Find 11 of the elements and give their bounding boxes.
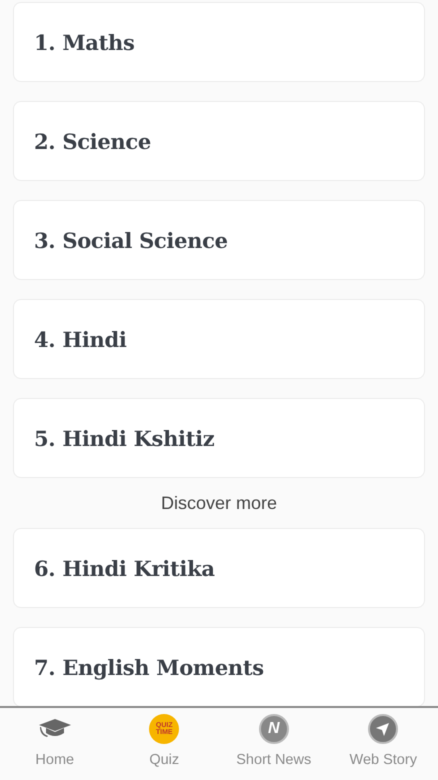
subject-card[interactable]: 7. English Moments [13,627,425,707]
news-icon: N [258,714,289,744]
subject-card[interactable]: 5. Hindi Kshitiz [13,398,425,478]
subject-card[interactable]: 2. Science [13,101,425,181]
subject-card[interactable]: 1. Maths [13,2,425,82]
subject-card[interactable]: 3. Social Science [13,200,425,280]
subject-card[interactable]: 6. Hindi Kritika [13,528,425,608]
discover-more-link[interactable]: Discover more [160,493,278,514]
graduation-cap-icon [38,718,72,740]
subject-card[interactable]: 4. Hindi [13,299,425,379]
paper-plane-icon [368,714,398,744]
